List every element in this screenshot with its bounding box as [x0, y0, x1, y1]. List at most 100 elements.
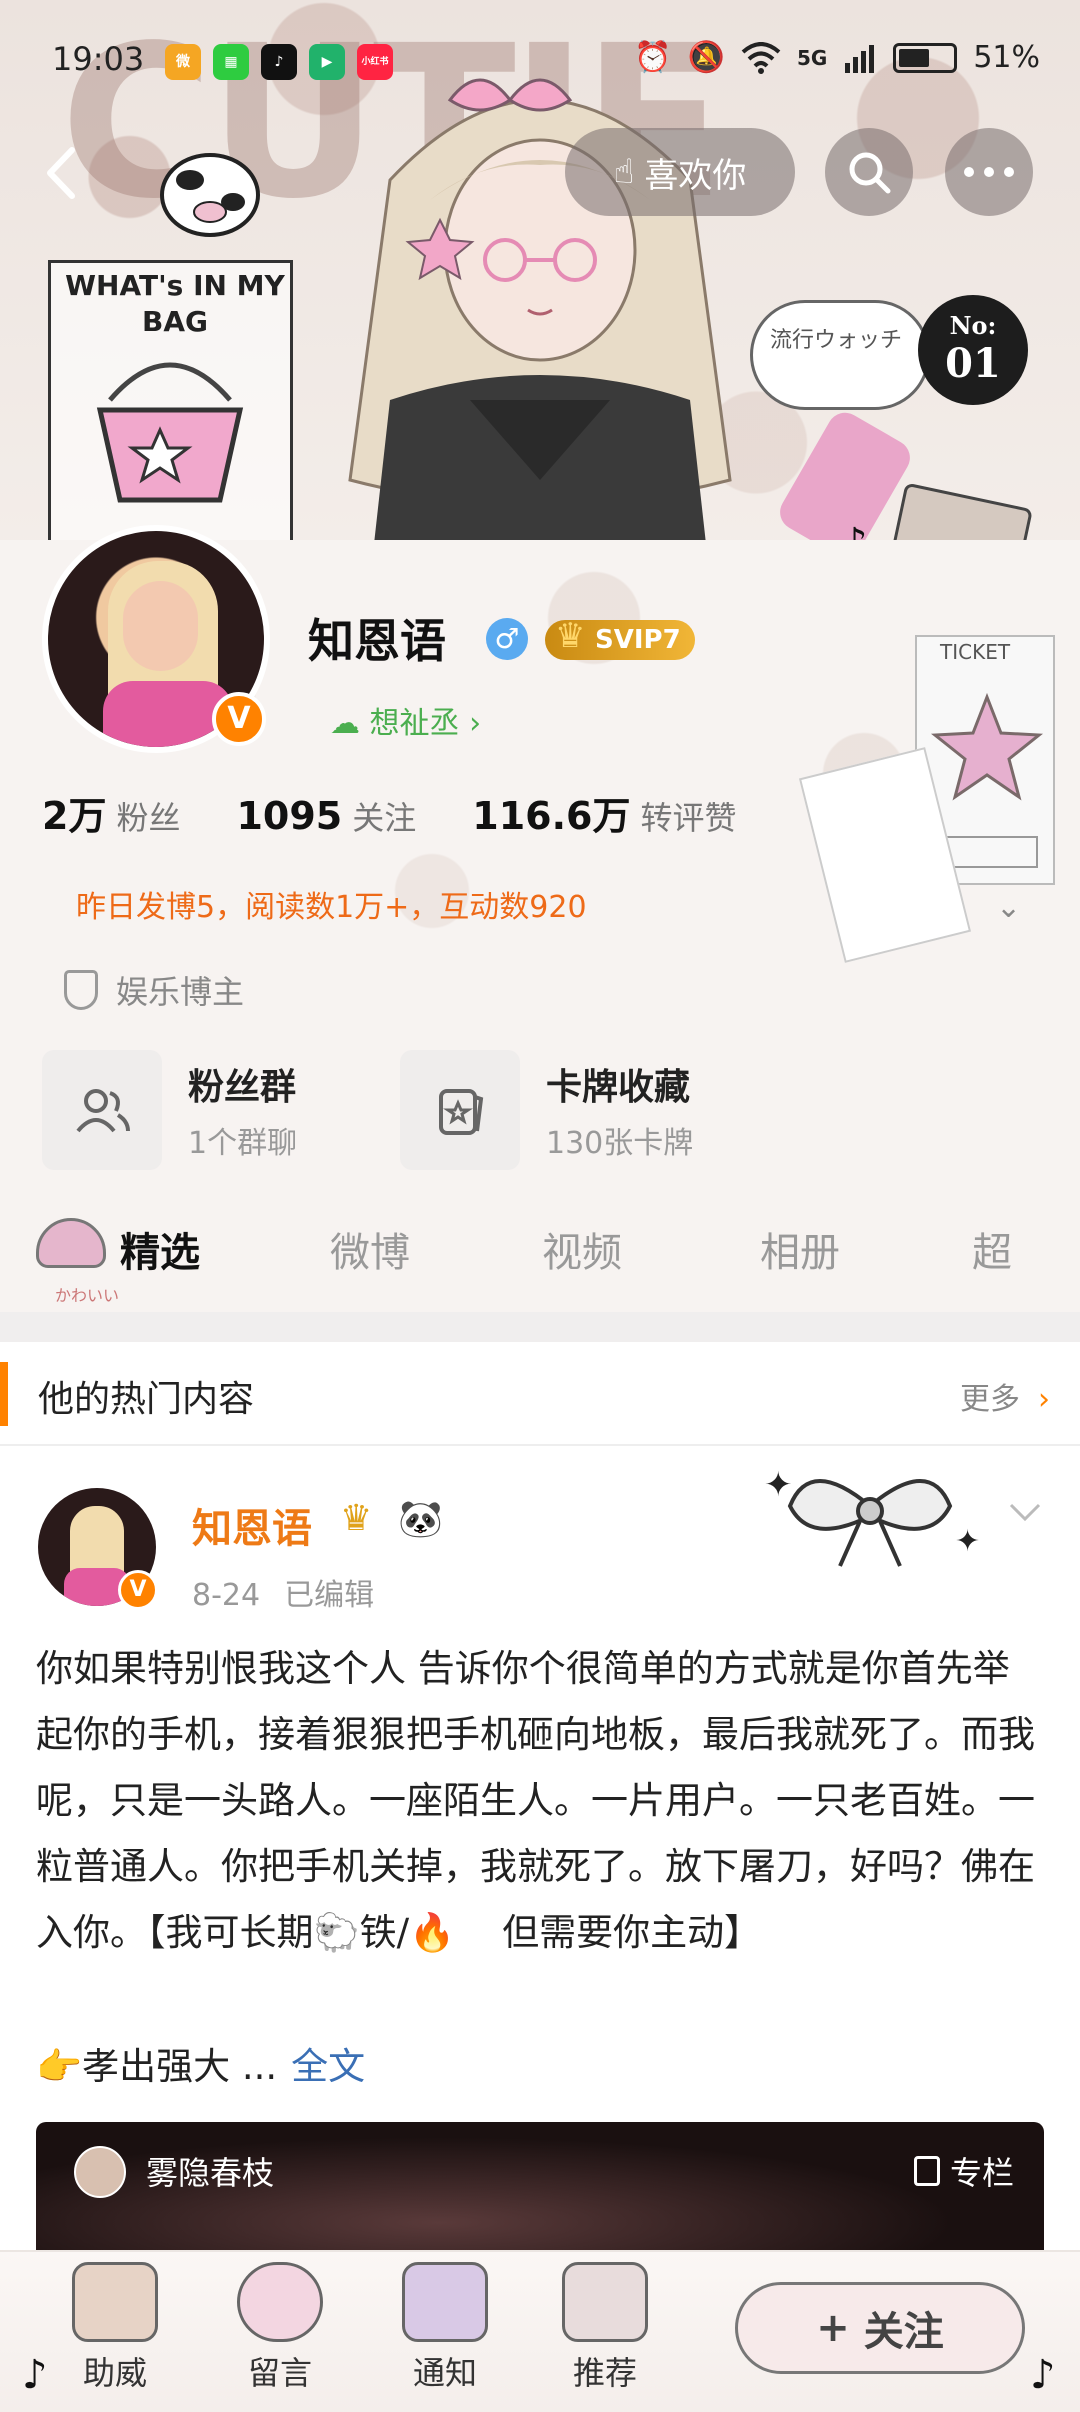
- panda-icon: 🐼: [398, 1499, 443, 1540]
- devil-tv-icon: [402, 2262, 488, 2342]
- stat-value: 116.6万: [472, 794, 631, 838]
- number-badge: No: 01: [918, 295, 1028, 405]
- battery-icon: [893, 42, 958, 73]
- hot-content-header: 他的热门内容 更多 ›: [0, 1342, 1080, 1446]
- stat-label: 转评赞: [640, 799, 737, 837]
- fan-group-entry[interactable]: 粉丝群 1个群聊: [42, 1050, 352, 1170]
- message-label: 留言: [247, 2354, 312, 2392]
- recommend-label: 推荐: [572, 2354, 637, 2392]
- profile-stats: 2万 粉丝 1095 关注 116.6万 转评赞: [42, 785, 736, 840]
- full-text-link[interactable]: 全文: [291, 2045, 365, 2088]
- shield-icon: [64, 970, 98, 1010]
- column-tag: 专栏: [913, 2148, 1014, 2194]
- green-app-icon: ▦: [213, 44, 249, 80]
- category-tag[interactable]: 娱乐博主: [64, 967, 244, 1013]
- search-button[interactable]: [825, 128, 913, 216]
- handbag-illustration: [96, 362, 244, 503]
- more-options-button[interactable]: [945, 128, 1033, 216]
- alarm-icon: ⏰: [634, 40, 672, 75]
- mirror-icon: [237, 2262, 323, 2342]
- more-dots-icon: [964, 167, 1014, 177]
- retro-camera-icon: [562, 2262, 648, 2342]
- group-users-icon: [42, 1050, 162, 1170]
- xiaohongshu-app-icon: 小红书: [357, 44, 393, 80]
- profile-banner: CUTIE WHAT's IN MY BAG 流行ウォッチ No: 01 ♪ ♫: [0, 0, 1080, 590]
- post-meta: 8-24 已编辑: [192, 1570, 374, 1614]
- recommend-button[interactable]: 推荐: [550, 2262, 660, 2394]
- message-button[interactable]: 留言: [225, 2262, 335, 2394]
- follow-label: 关注: [863, 2309, 944, 2355]
- like-you-label: 喜欢你: [644, 155, 747, 196]
- male-gender-icon: ♂: [486, 618, 528, 660]
- fan-group-title: 粉丝群: [188, 1067, 297, 1108]
- feed-post: V 知恩语 ♛ 🐼 8-24 已编辑 ✦ ✦ 你如果特别恨我这个人 告诉你个很简单…: [0, 1446, 1080, 2266]
- more-link[interactable]: 更多 ›: [960, 1374, 1050, 1418]
- music-note-icon: ♪: [22, 2352, 48, 2398]
- verified-v-badge: V: [118, 1570, 158, 1610]
- stat-value: 1095: [236, 794, 343, 838]
- cheer-button[interactable]: 助威: [60, 2262, 170, 2394]
- post-continuation: 👉孝出强大 ... 全文: [36, 2036, 365, 2090]
- follow-button[interactable]: + 关注: [735, 2282, 1025, 2374]
- cheer-label: 助威: [82, 2354, 147, 2392]
- music-note-icon: ♪: [1030, 2352, 1056, 2398]
- card-collection-entry[interactable]: 卡牌收藏 130张卡牌: [400, 1050, 710, 1170]
- activity-summary: 昨日发博5，阅读数1万+，互动数920: [76, 890, 587, 925]
- tab-album[interactable]: 相册: [760, 1220, 840, 1278]
- card-collection-title: 卡牌收藏: [546, 1067, 691, 1108]
- avatar-face: [123, 581, 198, 671]
- stat-item[interactable]: 2万 粉丝: [42, 785, 180, 840]
- back-arrow-icon[interactable]: [30, 138, 100, 208]
- weibo-app-icon: 微: [165, 44, 201, 80]
- section-divider: [0, 1312, 1080, 1342]
- svg-text:✦: ✦: [955, 1524, 980, 1559]
- stat-value: 2万: [42, 794, 107, 838]
- notification-app-icons: 微 ▦ ♪ ▶ 小红书: [165, 44, 393, 80]
- notify-button[interactable]: 通知: [390, 2262, 500, 2394]
- card-collection-subtitle: 130张卡牌: [546, 1126, 694, 1161]
- column-tag-label: 专栏: [949, 2154, 1014, 2192]
- mute-icon: 🔕: [687, 40, 725, 75]
- plus-icon: +: [816, 2305, 850, 2351]
- search-icon: [849, 152, 891, 194]
- chevron-right-icon: ›: [1038, 1382, 1050, 1417]
- column-card[interactable]: 雾隐春枝 专栏: [36, 2122, 1044, 2266]
- verified-v-badge: V: [212, 692, 266, 746]
- wifi-icon: [741, 41, 781, 74]
- card-icon: [400, 1050, 520, 1170]
- like-hand-icon: ☝: [613, 152, 635, 192]
- profile-tabs: かわいい 精选 微博 视频 相册 超: [0, 1190, 1080, 1310]
- chevron-down-icon[interactable]: ⌄: [996, 890, 1021, 925]
- tiktok-app-icon: ♪: [261, 44, 297, 80]
- tab-super[interactable]: 超: [972, 1220, 1012, 1278]
- svip-badge[interactable]: SVIP7: [545, 616, 695, 660]
- svg-text:✦: ✦: [764, 1465, 793, 1505]
- stat-label: 关注: [352, 799, 417, 837]
- bottom-action-bar: 助威 留言 通知 推荐 + 关注 ♪ ♪: [0, 2250, 1080, 2412]
- tab-decoration-text: かわいい: [55, 1286, 120, 1305]
- post-date: 8-24: [192, 1578, 261, 1613]
- wish-label: 想祉丞: [369, 706, 460, 741]
- tab-weibo[interactable]: 微博: [330, 1220, 410, 1278]
- camera-icon: [72, 2262, 158, 2342]
- bag-title: WHAT's IN MY BAG: [65, 269, 285, 338]
- hot-content-title: 他的热门内容: [38, 1379, 255, 1420]
- profile-name: 知恩语: [308, 614, 446, 668]
- feature-row: 粉丝群 1个群聊 卡牌收藏 130张卡牌: [42, 1050, 710, 1170]
- tab-video[interactable]: 视频: [542, 1220, 622, 1278]
- stat-item[interactable]: 116.6万 转评赞: [472, 785, 736, 840]
- status-time: 19:03: [52, 40, 145, 78]
- ticket-label: TICKET: [940, 640, 1011, 664]
- network-type: 5G: [796, 45, 828, 70]
- crown-icon: ♛: [340, 1498, 373, 1539]
- cloud-icon: ☁: [330, 706, 360, 741]
- number-badge-num: 01: [945, 340, 1001, 387]
- chevron-down-icon[interactable]: [1005, 1491, 1045, 1531]
- stat-item[interactable]: 1095 关注: [236, 793, 416, 839]
- more-label: 更多: [960, 1382, 1020, 1417]
- category-label: 娱乐博主: [116, 973, 245, 1011]
- tab-featured[interactable]: 精选: [120, 1220, 200, 1278]
- post-author-name[interactable]: 知恩语: [192, 1496, 312, 1554]
- wish-link[interactable]: ☁ 想祉丞 ›: [330, 698, 481, 742]
- like-you-button[interactable]: ☝ 喜欢你: [565, 128, 795, 216]
